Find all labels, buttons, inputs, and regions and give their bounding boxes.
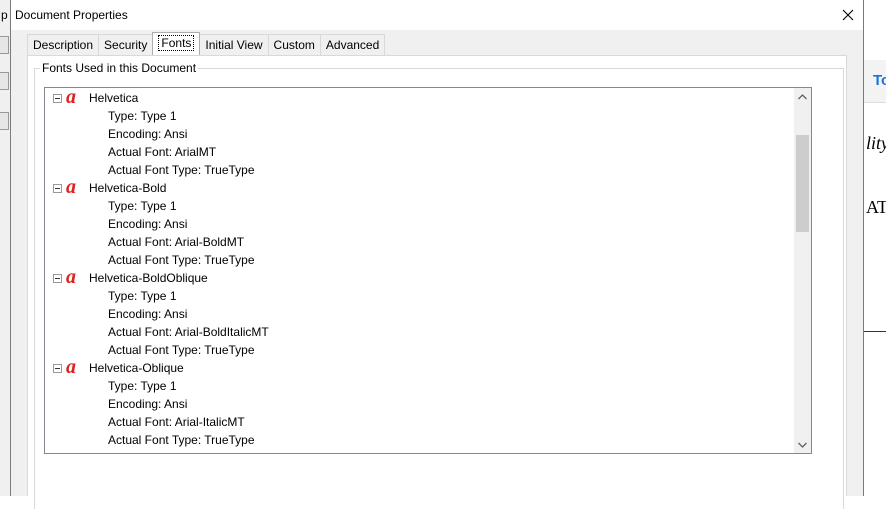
font-property-item[interactable]: Actual Font: Arial-BoldItalicMT	[45, 323, 794, 341]
tab-label: Custom	[273, 38, 315, 52]
font-property-item[interactable]: Encoding: Ansi	[45, 395, 794, 413]
font-property-item[interactable]: Actual Font Type: TrueType	[45, 161, 794, 179]
font-type-icon: a	[66, 356, 76, 378]
font-property-text: Encoding: Ansi	[108, 217, 188, 231]
vertical-scrollbar[interactable]	[794, 88, 811, 453]
font-tree-node[interactable]: a Helvetica	[45, 87, 794, 108]
font-property-text: Type: Type 1	[108, 379, 177, 393]
close-icon	[842, 9, 854, 21]
tab-label: Fonts	[158, 35, 195, 51]
tab-strip: Description Security Fonts Initial View …	[27, 32, 386, 56]
font-property-text: Actual Font Type: TrueType	[108, 343, 255, 357]
font-property-text: Actual Font: ArialMT	[108, 145, 217, 159]
collapse-toggle-icon[interactable]	[53, 184, 62, 193]
scroll-thumb[interactable]	[796, 135, 809, 232]
font-name: Helvetica-BoldOblique	[89, 271, 208, 285]
dialog-title: Document Properties	[15, 8, 128, 22]
background-tab-label[interactable]: To	[873, 72, 886, 89]
fonts-tree[interactable]: a Helvetica Type: Type 1 Encoding: Ansi Actu…	[44, 87, 812, 454]
font-property-item[interactable]: Actual Font Type: TrueType	[45, 251, 794, 269]
font-property-text: Actual Font Type: TrueType	[108, 253, 255, 267]
font-property-text: Actual Font: Arial-ItalicMT	[108, 415, 245, 429]
close-button[interactable]	[833, 0, 863, 30]
font-property-item[interactable]: Type: Type 1	[45, 287, 794, 305]
chevron-up-icon	[798, 93, 807, 99]
font-property-text: Actual Font: Arial-BoldMT	[108, 235, 245, 249]
collapse-toggle-icon[interactable]	[53, 274, 62, 283]
tab-description[interactable]: Description	[27, 34, 100, 55]
font-property-text: Encoding: Ansi	[108, 127, 188, 141]
font-type-icon: a	[66, 87, 76, 108]
font-property-item[interactable]: Encoding: Ansi	[45, 305, 794, 323]
font-property-item[interactable]: Type: Type 1	[45, 377, 794, 395]
background-toolbar-button	[0, 112, 9, 130]
collapse-toggle-icon[interactable]	[53, 364, 62, 373]
font-tree-node[interactable]: a Helvetica-BoldOblique	[45, 266, 794, 288]
chevron-down-icon	[798, 442, 807, 448]
tab-label: Security	[104, 38, 148, 52]
background-rule	[864, 331, 886, 332]
tab-label: Initial View	[205, 38, 263, 52]
dialog-titlebar[interactable]: p Document Properties	[1, 0, 863, 30]
font-name: Helvetica-Oblique	[89, 361, 184, 375]
tab-label: Description	[33, 38, 94, 52]
background-toolbar-button	[0, 72, 9, 90]
scroll-up-button[interactable]	[794, 88, 811, 105]
tab-fonts[interactable]: Fonts	[152, 32, 201, 55]
font-name: Helvetica-Bold	[89, 181, 167, 195]
font-property-text: Actual Font Type: TrueType	[108, 163, 255, 177]
font-property-item[interactable]: Encoding: Ansi	[45, 125, 794, 143]
font-property-text: Encoding: Ansi	[108, 307, 188, 321]
font-name: Helvetica	[89, 91, 139, 105]
font-property-text: Type: Type 1	[108, 289, 177, 303]
background-text: lity	[866, 133, 886, 153]
collapse-toggle-icon[interactable]	[53, 94, 62, 103]
font-property-text: Actual Font Type: TrueType	[108, 433, 255, 447]
font-property-text: Encoding: Ansi	[108, 397, 188, 411]
background-title-fragment: p	[1, 8, 8, 22]
font-property-item[interactable]: Actual Font: ArialMT	[45, 143, 794, 161]
font-property-item[interactable]: Actual Font Type: TrueType	[45, 341, 794, 359]
tab-initial-view[interactable]: Initial View	[199, 34, 269, 55]
font-type-icon: a	[66, 266, 76, 288]
font-property-text: Type: Type 1	[108, 199, 177, 213]
tab-advanced[interactable]: Advanced	[319, 34, 386, 55]
font-property-item[interactable]: Actual Font Type: TrueType	[45, 431, 794, 449]
background-document-area: To lity AT	[864, 0, 886, 496]
tab-custom[interactable]: Custom	[267, 34, 321, 55]
group-label: Fonts Used in this Document	[40, 61, 199, 75]
font-tree-node[interactable]: a Helvetica-Bold	[45, 176, 794, 198]
background-toolbar-button	[0, 36, 9, 54]
font-property-text: Type: Type 1	[108, 109, 177, 123]
font-property-item[interactable]: Actual Font: Arial-ItalicMT	[45, 413, 794, 431]
font-property-text: Actual Font: Arial-BoldItalicMT	[108, 325, 269, 339]
font-property-item[interactable]: Type: Type 1	[45, 107, 794, 125]
tab-label: Advanced	[325, 38, 380, 52]
font-property-item[interactable]: Encoding: Ansi	[45, 215, 794, 233]
font-type-icon: a	[66, 176, 76, 198]
fonts-tree-list: a Helvetica Type: Type 1 Encoding: Ansi Actu…	[45, 87, 794, 449]
font-property-item[interactable]: Actual Font: Arial-BoldMT	[45, 233, 794, 251]
tab-security[interactable]: Security	[98, 34, 154, 55]
font-property-item[interactable]: Type: Type 1	[45, 197, 794, 215]
background-text: AT	[866, 197, 886, 217]
scroll-down-button[interactable]	[794, 436, 811, 453]
font-tree-node[interactable]: a Helvetica-Oblique	[45, 356, 794, 378]
